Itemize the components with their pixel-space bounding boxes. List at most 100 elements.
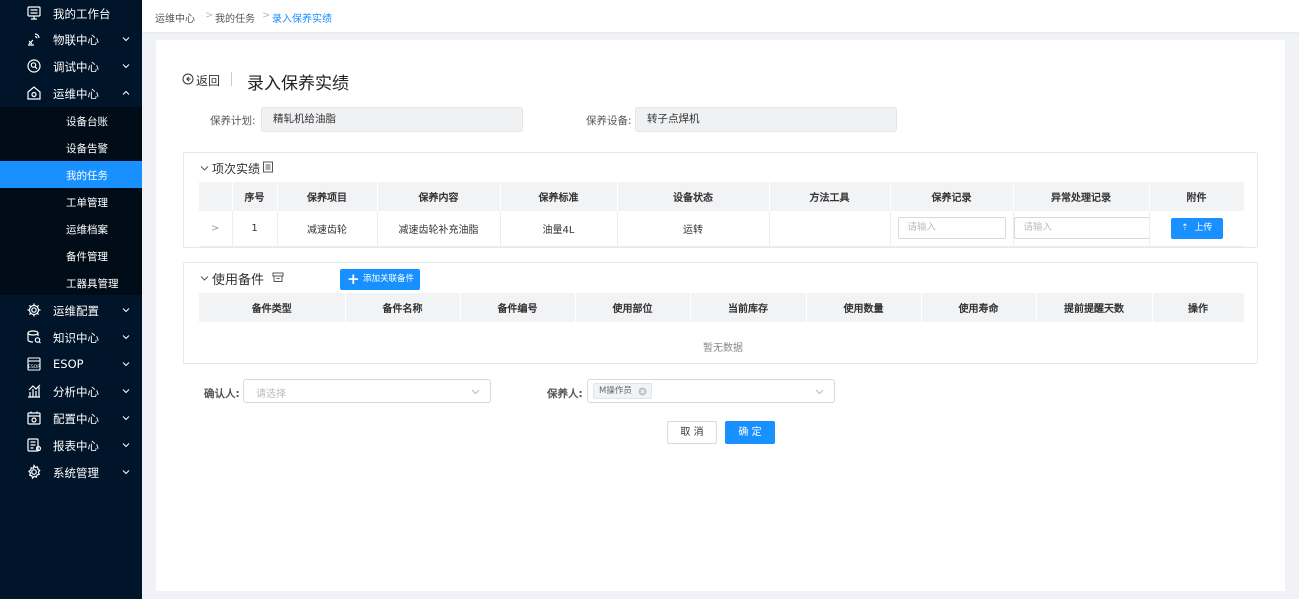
breadcrumb-item[interactable]: 运维中心 bbox=[155, 10, 195, 25]
table-cell: 请输入 bbox=[1013, 211, 1150, 247]
table-header-cell: 方法工具 bbox=[769, 182, 891, 211]
table-header-cell bbox=[199, 182, 233, 211]
chevron-down-icon bbox=[121, 414, 131, 422]
device-label: 保养设备: bbox=[586, 115, 632, 127]
knowledge-icon bbox=[26, 329, 42, 345]
empty-state-text: 暂无数据 bbox=[703, 343, 743, 354]
items-section: 项次实绩 序号 保养项目 保养内容 保养标准 设备状态 方法工具 保养记录 异常… bbox=[183, 152, 1258, 248]
chevron-down-icon bbox=[121, 306, 131, 314]
table-cell: 减速齿轮 bbox=[277, 211, 378, 247]
sidebar-item-config[interactable]: 配置中心 bbox=[0, 405, 142, 431]
settings-icon bbox=[26, 464, 42, 480]
confirmer-label: 确认人: bbox=[204, 388, 240, 400]
table-header-cell: 保养记录 bbox=[890, 182, 1014, 211]
sidebar-subitem-spare-parts[interactable]: 备件管理 bbox=[0, 242, 142, 269]
sidebar-subitem-device-alarm[interactable]: 设备告警 bbox=[0, 134, 142, 161]
exception-record-input[interactable]: 请输入 bbox=[1013, 217, 1148, 240]
config-icon bbox=[26, 410, 42, 426]
esop-icon: ESOP bbox=[26, 356, 42, 372]
upload-button-label: 上传 bbox=[1194, 222, 1213, 233]
sidebar-subitem-work-orders[interactable]: 工单管理 bbox=[0, 188, 142, 215]
confirmer-select[interactable]: 请选择 bbox=[243, 379, 491, 403]
table-header-row: 备件类型 备件名称 备件编号 使用部位 当前库存 使用数量 使用寿命 提前提醒天… bbox=[199, 293, 1245, 322]
title-divider bbox=[231, 72, 232, 86]
sidebar-subitem-label: 运维档案 bbox=[66, 224, 108, 236]
maintainer-select[interactable]: M操作员 bbox=[587, 379, 835, 403]
chevron-down-icon bbox=[121, 62, 131, 70]
back-icon[interactable] bbox=[182, 73, 194, 85]
sidebar-item-label: 我的工作台 bbox=[53, 7, 111, 21]
sidebar-item-knowledge[interactable]: 知识中心 bbox=[0, 324, 142, 350]
sidebar-item-report[interactable]: 报表中心 bbox=[0, 432, 142, 458]
table-cell: ⇡ 上传 bbox=[1149, 211, 1244, 247]
add-related-part-button[interactable]: + 添加关联备件 bbox=[340, 269, 420, 290]
sidebar-item-label: 运维配置 bbox=[53, 304, 99, 318]
table-header-cell: 保养项目 bbox=[277, 182, 378, 211]
table-header-cell: 序号 bbox=[232, 182, 278, 211]
sidebar-subitem-label: 设备告警 bbox=[66, 143, 108, 155]
chevron-down-icon bbox=[121, 468, 131, 476]
close-icon[interactable] bbox=[638, 387, 647, 396]
breadcrumb-separator: > bbox=[262, 10, 271, 21]
collapse-chevron-icon[interactable] bbox=[200, 165, 209, 172]
table-header-cell: 备件名称 bbox=[345, 293, 461, 322]
confirm-button[interactable]: 确 定 bbox=[725, 421, 775, 444]
sidebar-item-maintenance[interactable]: 运维中心 bbox=[0, 80, 142, 106]
sidebar-subitem-label: 备件管理 bbox=[66, 251, 108, 263]
iot-icon bbox=[26, 31, 42, 47]
sidebar-item-label: 调试中心 bbox=[53, 60, 99, 74]
table-cell: 1 bbox=[232, 211, 278, 247]
sidebar-subitem-tools[interactable]: 工器具管理 bbox=[0, 269, 142, 296]
device-field: 转子点焊机 bbox=[635, 107, 897, 132]
page-title: 录入保养实绩 bbox=[247, 74, 349, 94]
chart-icon bbox=[26, 383, 42, 399]
table-header-cell: 提前提醒天数 bbox=[1036, 293, 1153, 322]
parts-table: 备件类型 备件名称 备件编号 使用部位 当前库存 使用数量 使用寿命 提前提醒天… bbox=[199, 293, 1245, 322]
table-cell bbox=[769, 211, 891, 247]
top-bar: 运维中心 > 我的任务 > 录入保养实绩 bbox=[142, 0, 1299, 32]
upload-icon: ⇡ bbox=[1181, 222, 1189, 233]
workbench-icon bbox=[26, 5, 42, 21]
breadcrumb-separator: > bbox=[205, 10, 214, 21]
sidebar-item-analysis[interactable]: 分析中心 bbox=[0, 378, 142, 404]
sidebar-subitem-label: 工单管理 bbox=[66, 197, 108, 209]
sidebar-item-label: 分析中心 bbox=[53, 385, 99, 399]
sidebar-subitem-my-tasks[interactable]: 我的任务 bbox=[0, 161, 142, 188]
maintainer-label: 保养人: bbox=[547, 388, 583, 400]
list-icon bbox=[262, 161, 274, 173]
plan-label: 保养计划: bbox=[210, 115, 256, 127]
sidebar-item-label: ESOP bbox=[53, 357, 84, 371]
sidebar-item-iot[interactable]: 物联中心 bbox=[0, 26, 142, 52]
sidebar-item-maintenance-config[interactable]: 运维配置 bbox=[0, 297, 142, 323]
sidebar-item-workbench[interactable]: 我的工作台 bbox=[0, 0, 142, 26]
sidebar-item-label: 知识中心 bbox=[53, 331, 99, 345]
table-cell: 减速齿轮补充油脂 bbox=[377, 211, 501, 247]
sidebar-subitem-maintenance-archive[interactable]: 运维档案 bbox=[0, 215, 142, 242]
chevron-down-icon bbox=[121, 360, 131, 368]
table-header-cell: 操作 bbox=[1152, 293, 1245, 322]
parts-section-title: 使用备件 bbox=[212, 273, 265, 288]
sidebar-subitem-device-ledger[interactable]: 设备台账 bbox=[0, 107, 142, 134]
sidebar-item-system[interactable]: 系统管理 bbox=[0, 459, 142, 485]
sidebar-subitem-label: 工器具管理 bbox=[66, 278, 119, 290]
maintenance-record-input[interactable]: 请输入 bbox=[897, 217, 1006, 240]
cancel-button[interactable]: 取 消 bbox=[667, 421, 717, 444]
sidebar-item-esop[interactable]: ESOP ESOP bbox=[0, 351, 142, 377]
collapse-chevron-icon[interactable] bbox=[200, 275, 209, 282]
chevron-down-icon bbox=[121, 387, 131, 395]
maintenance-icon bbox=[26, 85, 42, 101]
main-card: 返回 录入保养实绩 保养计划: 精轧机给油脂 保养设备: 转子点焊机 项次实绩 … bbox=[156, 40, 1285, 591]
sidebar-item-label: 运维中心 bbox=[53, 87, 99, 101]
breadcrumb-current: 录入保养实绩 bbox=[272, 14, 332, 25]
table-header-cell: 使用寿命 bbox=[921, 293, 1037, 322]
plus-icon: + bbox=[347, 270, 360, 288]
debug-icon bbox=[26, 58, 42, 74]
chevron-up-icon bbox=[121, 89, 131, 97]
expand-row-icon[interactable]: > bbox=[199, 211, 233, 247]
chevron-down-icon bbox=[121, 441, 131, 449]
back-link[interactable]: 返回 bbox=[196, 72, 220, 89]
upload-button[interactable]: ⇡ 上传 bbox=[1170, 217, 1223, 239]
sidebar-item-debug[interactable]: 调试中心 bbox=[0, 53, 142, 79]
table-header-cell: 备件编号 bbox=[460, 293, 576, 322]
breadcrumb-item[interactable]: 我的任务 bbox=[215, 10, 255, 25]
